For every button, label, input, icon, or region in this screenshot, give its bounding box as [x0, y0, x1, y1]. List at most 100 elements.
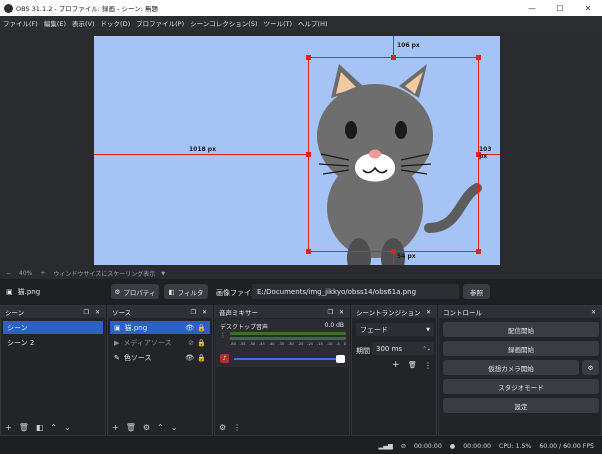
- trash-icon[interactable]: 🗑: [19, 423, 29, 432]
- duration-field[interactable]: 300 ms ⌃⌄: [372, 342, 434, 355]
- kebab-menu-icon[interactable]: ⋮: [424, 361, 432, 370]
- title-bar: OBS 31.1.2 - プロファイル: 録画 - シーン: 無題 — ☐ ✕: [0, 0, 602, 16]
- selected-source-name: 猫.png: [17, 288, 41, 296]
- window-title: OBS 31.1.2 - プロファイル: 録画 - シーン: 無題: [16, 5, 158, 13]
- signal-bars-icon: ▂▄▆: [378, 442, 393, 450]
- settings-button[interactable]: 設定: [443, 398, 599, 413]
- menu-bar: ファイル(F) 編集(E) 表示(V) ドック(D) プロファイル(P) シーン…: [0, 16, 602, 30]
- selection-box[interactable]: [308, 57, 479, 252]
- panel-close-icon[interactable]: ✕: [426, 309, 431, 316]
- distance-label-right: 103 px: [479, 146, 492, 160]
- trash-icon[interactable]: 🗑: [126, 423, 136, 432]
- eye-icon[interactable]: 👁: [185, 324, 194, 332]
- resize-handle-top-left[interactable]: [306, 55, 311, 60]
- maximize-button[interactable]: ☐: [546, 0, 574, 16]
- distance-label-bottom: 54 px: [397, 253, 416, 260]
- panel-close-icon[interactable]: ✕: [202, 309, 207, 316]
- eye-hidden-icon[interactable]: ⊘: [188, 339, 194, 347]
- scaling-mode[interactable]: ウィンドウサイズにスケーリング表示: [53, 269, 155, 278]
- level-meter-right: [230, 337, 346, 340]
- zoom-bar: − 40% + ウィンドウサイズにスケーリング表示 ▼: [0, 268, 602, 279]
- controls-panel: コントロール ✕ 配信開始 録画開始 仮想カメラ開始 ⚙ スタジオモード 設定: [438, 305, 602, 436]
- properties-button[interactable]: ⚙ プロパティ: [111, 284, 159, 299]
- level-meter-left: [230, 332, 346, 335]
- undock-icon[interactable]: ❐: [84, 309, 89, 316]
- gear-icon[interactable]: ⚙: [143, 423, 150, 432]
- track-name: デスクトップ音声: [220, 324, 269, 331]
- browse-button[interactable]: 参照: [463, 284, 490, 299]
- scene-filter-icon[interactable]: ◧: [36, 423, 44, 432]
- resize-handle-bottom-left[interactable]: [306, 249, 311, 254]
- move-down-icon[interactable]: ⌄: [64, 423, 71, 432]
- add-source-icon[interactable]: +: [112, 423, 119, 432]
- controls-header: コントロール ✕: [439, 306, 601, 318]
- menu-file[interactable]: ファイル(F): [3, 18, 38, 28]
- trash-icon[interactable]: 🗑: [408, 361, 417, 369]
- stream-time: 00:00:00: [414, 442, 442, 450]
- minimize-button[interactable]: —: [518, 0, 546, 16]
- record-status-icon: ●: [449, 442, 456, 450]
- undock-icon[interactable]: ❐: [328, 309, 333, 316]
- panel-close-icon[interactable]: ✕: [591, 309, 596, 316]
- scenes-panel: シーン ❐ ✕ シーン シーン 2 + 🗑 ◧ ⌃ ⌄: [0, 305, 106, 436]
- resize-handle-top-right[interactable]: [476, 55, 481, 60]
- move-up-icon[interactable]: ⌃: [50, 423, 57, 432]
- status-bar: ▂▄▆ ⊘ 00:00:00 ● 00:00:00 CPU: 1.5% 60.0…: [0, 438, 602, 454]
- ruler-top: [393, 36, 394, 57]
- source-item-active[interactable]: ▣ 猫.png 👁 🔒: [110, 321, 210, 334]
- studio-mode-button[interactable]: スタジオモード: [443, 379, 599, 394]
- panel-close-icon[interactable]: ✕: [339, 309, 344, 316]
- scaling-dropdown-icon[interactable]: ▼: [161, 271, 165, 277]
- source-toolbar: ▣ 猫.png ⚙ プロパティ ◧ フィルタ 画像ファイル E:/Documents…: [0, 281, 602, 303]
- sources-panel-header: ソース ❐ ✕: [108, 306, 212, 318]
- brush-icon: ✎: [114, 353, 120, 362]
- preview-canvas[interactable]: 106 px 1018 px 103 px 54 px: [94, 36, 500, 265]
- eye-icon[interactable]: 👁: [185, 354, 194, 362]
- menu-edit[interactable]: 編集(E): [44, 18, 66, 28]
- image-file-path-field[interactable]: E:/Documents/img_jikkyo/obss14/obs61a.pn…: [252, 284, 459, 299]
- kebab-menu-icon[interactable]: ⋮: [220, 332, 226, 339]
- add-scene-icon[interactable]: +: [5, 423, 12, 432]
- distance-label-top: 106 px: [397, 42, 420, 49]
- scene-item[interactable]: シーン 2: [3, 336, 103, 349]
- scenes-panel-header: シーン ❐ ✕: [1, 306, 105, 318]
- mixer-track: デスクトップ音声 0.0 dB ⋮ -60 -55 -50 -45 -40 -35 -30-…: [216, 319, 348, 367]
- undock-icon[interactable]: ❐: [191, 309, 196, 316]
- start-virtual-camera-button[interactable]: 仮想カメラ開始: [443, 360, 579, 375]
- menu-help[interactable]: ヘルプ(H): [298, 18, 327, 28]
- menu-profile[interactable]: プロファイル(P): [136, 18, 184, 28]
- lock-icon[interactable]: 🔒: [197, 324, 206, 332]
- move-up-icon[interactable]: ⌃: [157, 423, 164, 432]
- resize-handle-bottom-right[interactable]: [476, 249, 481, 254]
- filters-button[interactable]: ◧ フィルタ: [164, 284, 208, 299]
- scene-item-active[interactable]: シーン: [3, 321, 103, 334]
- transition-select[interactable]: フェード ▼: [356, 323, 434, 336]
- gear-icon[interactable]: ⚙: [219, 423, 226, 432]
- zoom-in-button[interactable]: +: [40, 270, 45, 277]
- volume-slider[interactable]: [234, 358, 338, 360]
- close-button[interactable]: ✕: [574, 0, 602, 16]
- source-item[interactable]: ▶ メディアソース ⊘ 🔒: [110, 336, 210, 349]
- menu-scene-collection[interactable]: シーンコレクション(S): [190, 18, 257, 28]
- move-down-icon[interactable]: ⌄: [171, 423, 178, 432]
- kebab-menu-icon[interactable]: ⋮: [233, 423, 241, 432]
- lock-icon[interactable]: 🔒: [197, 354, 206, 362]
- panel-close-icon[interactable]: ✕: [95, 309, 100, 316]
- chevron-down-icon: ▼: [426, 326, 430, 333]
- ruler-left: [94, 154, 308, 155]
- virtual-camera-settings-gear-icon[interactable]: ⚙: [582, 360, 599, 375]
- stepper-icon[interactable]: ⌃⌄: [423, 346, 431, 352]
- sources-panel: ソース ❐ ✕ ▣ 猫.png 👁 🔒 ▶ メディアソース ⊘ 🔒 ✎ 色ソース…: [107, 305, 213, 436]
- menu-tools[interactable]: ツール(T): [263, 18, 292, 28]
- zoom-out-button[interactable]: −: [6, 270, 11, 277]
- menu-view[interactable]: 表示(V): [72, 18, 95, 28]
- add-transition-icon[interactable]: +: [392, 360, 400, 370]
- menu-dock[interactable]: ドック(D): [101, 18, 131, 28]
- stream-status-icon: ⊘: [400, 442, 406, 450]
- lock-icon[interactable]: 🔒: [197, 339, 206, 347]
- mute-icon[interactable]: ♪: [220, 354, 229, 363]
- start-streaming-button[interactable]: 配信開始: [443, 322, 599, 337]
- volume-slider-handle[interactable]: [336, 355, 345, 363]
- source-item[interactable]: ✎ 色ソース 👁 🔒: [110, 351, 210, 364]
- start-recording-button[interactable]: 録画開始: [443, 341, 599, 356]
